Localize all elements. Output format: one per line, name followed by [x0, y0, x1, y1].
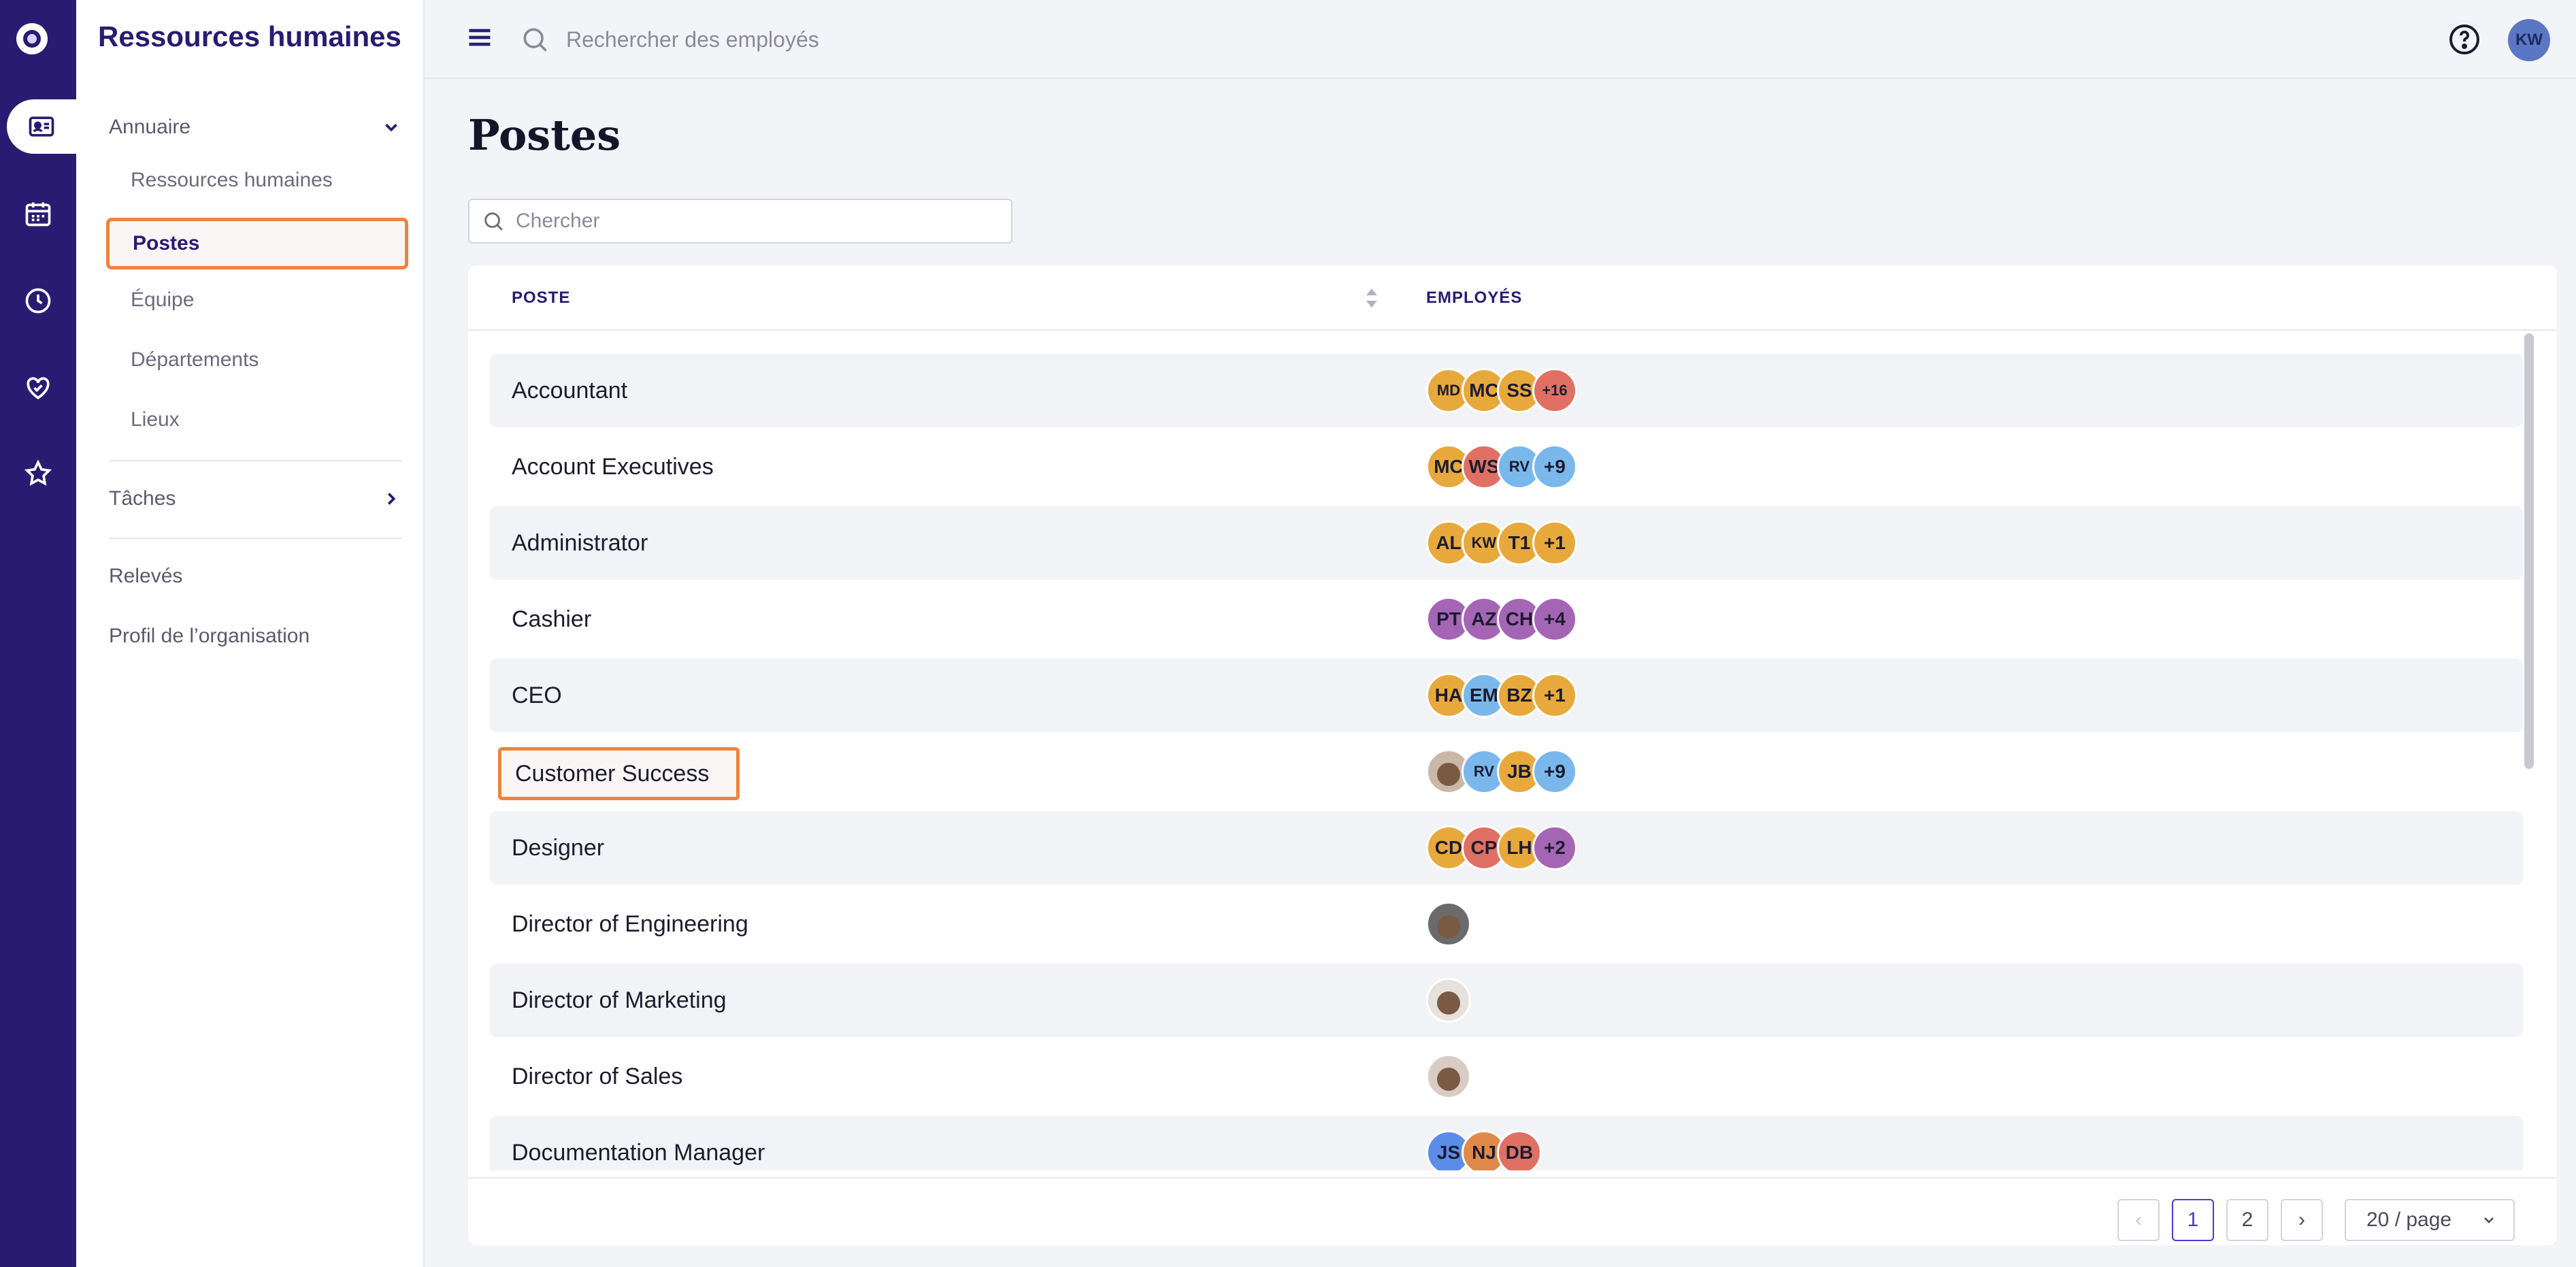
- page-title: Postes: [468, 110, 621, 160]
- org-logo-icon[interactable]: [16, 23, 48, 54]
- divider: [109, 538, 401, 539]
- nav-section-label: Profil de l’organisation: [109, 625, 310, 647]
- employee-avatar-group[interactable]: AL KW T1 +1: [1426, 506, 1577, 580]
- employee-avatar[interactable]: +1: [1532, 521, 1577, 565]
- nav-section-label: Tâches: [109, 487, 176, 510]
- star-icon[interactable]: [0, 446, 76, 501]
- help-icon[interactable]: [2448, 23, 2481, 56]
- employee-avatar-group[interactable]: MC WS RV +9: [1426, 430, 1577, 504]
- column-header-poste[interactable]: POSTE: [512, 289, 570, 308]
- employee-avatar-group[interactable]: RV JB +9: [1426, 735, 1577, 808]
- nav-item-profil-organisation[interactable]: Profil de l’organisation: [109, 625, 401, 648]
- employee-avatar-group[interactable]: MD MC SS +16: [1426, 354, 1577, 427]
- id-card-icon[interactable]: [7, 99, 76, 154]
- page-size-select[interactable]: 20 / page: [2345, 1199, 2515, 1241]
- app-rail: [0, 0, 76, 1267]
- topbar: KW: [425, 0, 2576, 79]
- position-name[interactable]: Administrator: [512, 506, 648, 580]
- employee-avatar-group[interactable]: [1426, 887, 1471, 961]
- user-avatar[interactable]: KW: [2508, 19, 2550, 61]
- page-size-value: 20 / page: [2366, 1208, 2452, 1231]
- nav-item-releves[interactable]: Relevés: [109, 565, 401, 588]
- table-row[interactable]: Account Executives MC WS RV +9: [490, 430, 2523, 504]
- search-icon: [523, 28, 547, 52]
- page-2-button[interactable]: 2: [2226, 1199, 2268, 1241]
- avatar-face: [1437, 991, 1460, 1015]
- nav-section-label: Annuaire: [109, 116, 191, 138]
- employee-avatar-group[interactable]: [1426, 964, 1471, 1037]
- employee-photo-avatar[interactable]: [1426, 978, 1471, 1023]
- next-page-button[interactable]: ›: [2281, 1199, 2323, 1241]
- position-name[interactable]: Designer: [512, 811, 604, 885]
- positions-table: POSTE EMPLOYÉS Accountant MD MC SS +16 Accoun…: [468, 265, 2557, 1245]
- employee-search-input[interactable]: [566, 22, 1110, 57]
- chevron-down-icon: [2484, 1217, 2494, 1223]
- table-header: POSTE EMPLOYÉS: [468, 265, 2557, 331]
- nav-item-ressources-humaines[interactable]: Ressources humaines: [131, 169, 333, 192]
- page-1-button[interactable]: 1: [2172, 1199, 2214, 1241]
- scrollbar[interactable]: [2524, 333, 2534, 769]
- employee-avatar[interactable]: +9: [1532, 749, 1577, 794]
- position-name[interactable]: Accountant: [512, 354, 627, 427]
- position-name[interactable]: Director of Marketing: [512, 964, 727, 1037]
- table-row[interactable]: Cashier PT AZ CH +4: [490, 582, 2523, 656]
- position-name[interactable]: CEO: [512, 659, 562, 732]
- table-row[interactable]: Director of Marketing: [490, 964, 2523, 1037]
- nav-item-departements[interactable]: Départements: [131, 348, 259, 372]
- table-row[interactable]: Administrator AL KW T1 +1: [490, 506, 2523, 580]
- nav-section-label: Relevés: [109, 565, 183, 587]
- nav-item-equipe[interactable]: Équipe: [131, 289, 194, 312]
- heart-hand-icon[interactable]: [0, 361, 76, 415]
- divider: [109, 460, 401, 461]
- employee-avatar-group[interactable]: PT AZ CH +4: [1426, 582, 1577, 656]
- avatar-face: [1437, 763, 1460, 786]
- chevron-right-icon: [387, 493, 396, 505]
- table-body: Accountant MD MC SS +16 Account Executives MC W…: [490, 354, 2523, 1170]
- employee-avatar[interactable]: +1: [1532, 673, 1577, 718]
- table-row[interactable]: Designer CD CP LH +2: [490, 811, 2523, 885]
- position-name[interactable]: Documentation Manager: [512, 1116, 765, 1170]
- sort-icon[interactable]: [1365, 286, 1378, 310]
- employee-avatar[interactable]: +2: [1532, 825, 1577, 870]
- employee-photo-avatar[interactable]: [1426, 1054, 1471, 1099]
- search-icon: [484, 212, 503, 231]
- avatar-face: [1437, 915, 1460, 938]
- nav-section-annuaire[interactable]: Annuaire: [109, 116, 401, 139]
- position-filter[interactable]: [468, 199, 1012, 244]
- position-name[interactable]: Account Executives: [512, 430, 714, 504]
- calendar-icon[interactable]: [0, 186, 76, 241]
- employee-avatar-group[interactable]: HA EM BZ +1: [1426, 659, 1577, 732]
- table-row[interactable]: Accountant MD MC SS +16: [490, 354, 2523, 427]
- employee-avatar[interactable]: DB: [1497, 1130, 1542, 1170]
- pagination: ‹ 1 2 › 20 / page: [468, 1177, 2557, 1245]
- position-name[interactable]: Customer Success: [498, 747, 740, 800]
- chevron-down-icon: [385, 123, 397, 132]
- employee-photo-avatar[interactable]: [1426, 902, 1471, 947]
- nav-section-taches[interactable]: Tâches: [109, 487, 401, 510]
- sidebar: Ressources humaines Annuaire Ressources …: [76, 0, 425, 1267]
- employee-avatar-group[interactable]: [1426, 1040, 1471, 1113]
- table-row[interactable]: Documentation Manager JS NJ DB: [490, 1116, 2523, 1170]
- column-header-employes: EMPLOYÉS: [1426, 289, 1523, 307]
- table-row[interactable]: Customer Success RV JB +9: [490, 735, 2523, 808]
- employee-avatar[interactable]: +4: [1532, 597, 1577, 642]
- employee-avatar[interactable]: +9: [1532, 444, 1577, 489]
- position-name[interactable]: Cashier: [512, 582, 591, 656]
- clock-icon[interactable]: [0, 274, 76, 328]
- position-search-input[interactable]: [516, 210, 992, 233]
- nav-item-lieux[interactable]: Lieux: [131, 408, 180, 431]
- employee-avatar-group[interactable]: CD CP LH +2: [1426, 811, 1577, 885]
- table-row[interactable]: Director of Sales: [490, 1040, 2523, 1113]
- hamburger-menu-icon[interactable]: [467, 26, 493, 49]
- prev-page-button[interactable]: ‹: [2117, 1199, 2160, 1241]
- app-title: Ressources humaines: [98, 20, 401, 52]
- position-name[interactable]: Director of Engineering: [512, 887, 748, 961]
- nav-item-postes[interactable]: Postes: [106, 218, 408, 269]
- table-row[interactable]: Director of Engineering: [490, 887, 2523, 961]
- table-row[interactable]: CEO HA EM BZ +1: [490, 659, 2523, 732]
- position-name[interactable]: Director of Sales: [512, 1040, 682, 1113]
- employee-avatar-group[interactable]: JS NJ DB: [1426, 1116, 1542, 1170]
- employee-avatar[interactable]: +16: [1532, 368, 1577, 413]
- avatar-face: [1437, 1068, 1460, 1091]
